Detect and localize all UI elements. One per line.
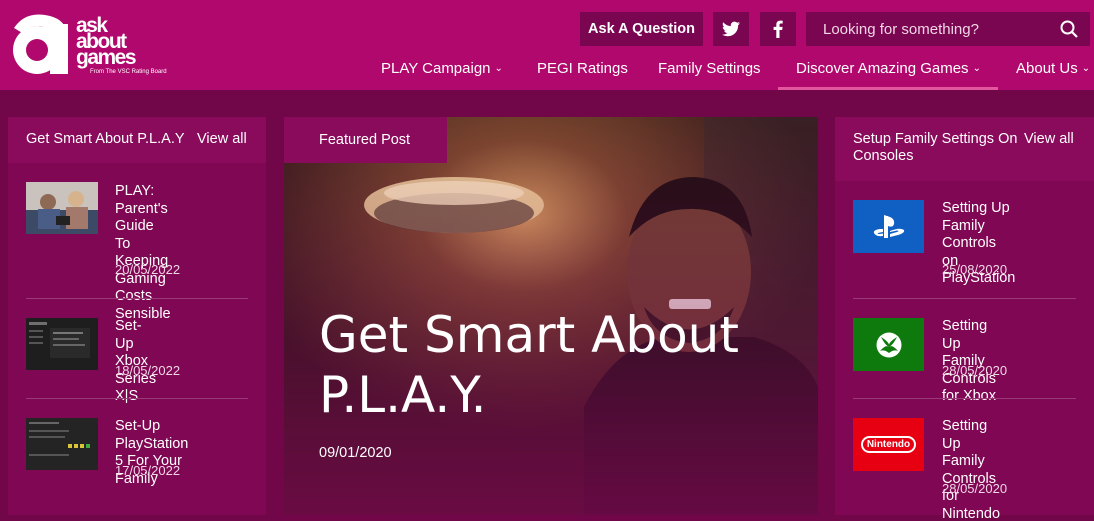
article-thumbnail [26,418,98,470]
facebook-button[interactable] [760,12,796,46]
search-input[interactable] [823,20,1053,38]
article-thumbnail [26,182,98,234]
chevron-down-icon: ⌄ [1081,63,1091,74]
twitter-icon [722,21,740,37]
site-header: ask about games From The VSC Rating Boar… [0,0,1094,90]
twitter-button[interactable] [713,12,749,46]
xbox-icon [876,332,901,357]
nav-active-indicator [778,87,998,90]
left-view-all-link[interactable]: View all [197,131,247,147]
search-bar [806,12,1090,46]
article-title: PLAY: Parent's Guide To Keeping Gaming C… [115,183,171,322]
nav-play-campaign[interactable]: PLAY Campaign ⌄ [381,60,503,77]
logo-wordmark: ask about games [76,14,137,69]
ask-a-question-button[interactable]: Ask A Question [580,12,703,46]
featured-post-date: 09/01/2020 [319,445,392,461]
nav-discover-amazing-games[interactable]: Discover Amazing Games ⌄ [796,60,981,77]
article-date: 28/05/2020 [942,363,1008,378]
article-title: Setting Up Family Controls for Nintendo … [942,418,1001,521]
article-date: 17/05/2022 [115,463,181,478]
nav-family-settings[interactable]: Family Settings [658,60,761,77]
featured-post-tag: Featured Post [284,117,447,163]
left-sidebar-title: Get Smart About P.L.A.Y [26,131,185,147]
chevron-down-icon: ⌄ [972,63,981,74]
nintendo-logo: Nintendo [853,418,924,471]
search-icon[interactable] [1060,20,1078,38]
featured-post-title[interactable]: Get Smart About P.L.A.Y. [319,305,739,425]
article-thumbnail [26,318,98,370]
featured-post[interactable]: Featured Post Get Smart About P.L.A.Y. 0… [284,117,818,515]
divider [26,298,248,299]
divider [26,398,248,399]
article-date: 20/05/2022 [115,262,181,277]
facebook-icon [773,20,783,38]
site-logo[interactable]: ask about games From The VSC Rating Boar… [6,6,167,80]
article-title: Setting Up Family Controls for Xbox [942,318,996,404]
nintendo-wordmark: Nintendo [860,436,917,453]
article-date: 28/05/2020 [942,481,1008,496]
xbox-logo [853,318,924,371]
article-date: 18/05/2022 [115,363,181,378]
playstation-logo [853,200,924,253]
logo-tagline: From The VSC Rating Board [90,69,167,75]
right-view-all-link[interactable]: View all [1024,131,1074,148]
logo-a-mark [13,14,68,74]
nav-pegi-ratings[interactable]: PEGI Ratings [537,60,628,77]
nav-about-us[interactable]: About Us ⌄ [1016,60,1090,77]
right-sidebar-header: Setup Family Settings On Consoles View a… [835,117,1094,181]
article-date: 25/08/2020 [942,262,1008,277]
divider [853,298,1076,299]
divider [853,398,1076,399]
chevron-down-icon: ⌄ [494,63,503,74]
left-sidebar-header: Get Smart About P.L.A.Y View all [8,117,266,163]
playstation-icon [873,214,904,238]
article-title: Set-Up Xbox Series X|S [115,318,157,404]
